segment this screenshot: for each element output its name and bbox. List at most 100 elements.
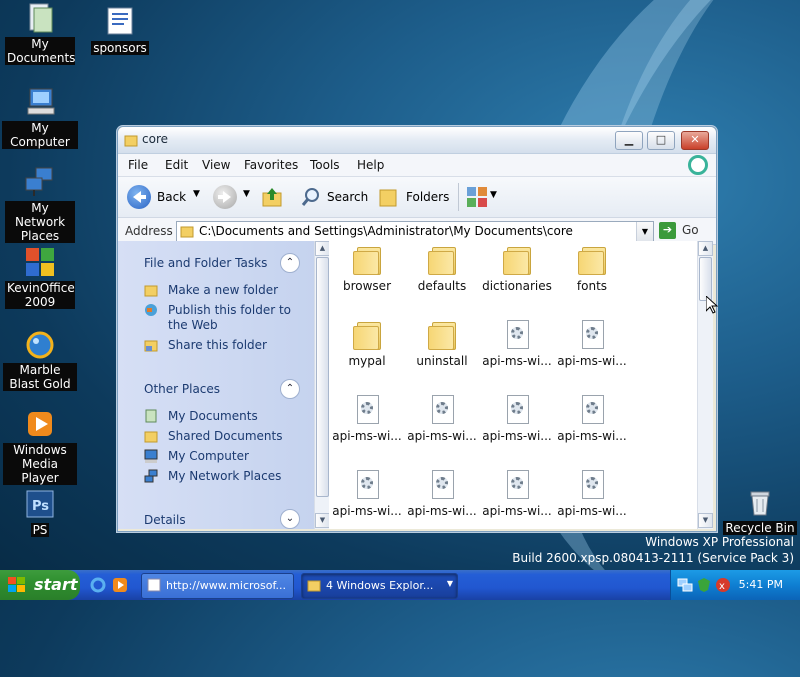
scroll-down-icon[interactable]: ▼ [698,513,713,528]
address-label: Address [125,224,173,238]
back-arrow-icon [127,185,151,209]
file-item[interactable]: mypal [329,318,409,368]
desktop-icon-my-computer[interactable]: My Computer [2,86,78,149]
start-button[interactable]: start [0,570,80,600]
taskbar-button-browser[interactable]: http://www.microsof... [141,573,294,599]
views-button[interactable]: ▼ [466,186,500,210]
file-item[interactable]: api-ms-wi... [475,468,559,518]
file-item[interactable]: api-ms-wi... [400,468,484,518]
menu-file[interactable]: File [128,158,148,172]
desktop-icon-label: PS [30,523,50,537]
task-pane: File and Folder Tasks ⌃ Make a new folde… [118,241,330,529]
file-name: fonts [576,279,608,293]
place-my-network-places[interactable]: My Network Places [168,469,281,484]
file-item[interactable]: dictionaries [475,243,559,293]
scroll-down-icon[interactable]: ▼ [315,513,330,528]
search-button[interactable]: Search [300,183,370,211]
scroll-thumb[interactable] [699,257,712,301]
taskbar-button-explorer-group[interactable]: 4 Windows Explor... ▼ [301,573,458,599]
task-share-folder[interactable]: Share this folder [168,338,267,353]
maximize-button[interactable]: □ [647,131,675,150]
back-button[interactable]: Back ▼ [127,183,201,211]
scroll-thumb[interactable] [316,257,329,497]
collapse-button[interactable]: ⌃ [280,379,300,399]
go-button[interactable]: ➔ Go [659,221,709,240]
menu-help[interactable]: Help [357,158,384,172]
folders-button[interactable]: Folders [377,183,451,211]
media-player-quicklaunch-icon[interactable] [112,577,128,596]
clock[interactable]: 5:41 PM [739,578,783,591]
dll-file-icon [576,468,608,500]
place-my-computer[interactable]: My Computer [168,449,249,464]
address-input[interactable]: C:\Documents and Settings\Administrator\… [176,221,654,242]
desktop-icon-media-player[interactable]: Windows Media Player [2,408,78,485]
close-button[interactable]: ✕ [681,131,709,150]
desktop-icon-ps[interactable]: Ps PS [2,488,78,537]
desktop-icon-label: Windows Media Player [3,443,77,485]
menu-favorites[interactable]: Favorites [244,158,298,172]
internet-explorer-quicklaunch-icon[interactable] [90,577,106,596]
task-make-new-folder[interactable]: Make a new folder [168,283,278,298]
place-shared-documents[interactable]: Shared Documents [168,429,282,444]
expand-button[interactable]: ⌄ [280,509,300,529]
scroll-up-icon[interactable]: ▲ [698,241,713,256]
desktop-icon-network-places[interactable]: My Network Places [2,166,78,243]
dll-file-icon [351,468,383,500]
file-folder-tasks-heading: File and Folder Tasks [144,256,268,270]
windows-version-text: Windows XP Professional [645,535,794,549]
file-item[interactable]: api-ms-wi... [550,393,634,443]
window-title: core [142,132,168,146]
file-item[interactable]: api-ms-wi... [329,468,409,518]
desktop-icon-kevinoffice[interactable]: KevinOffice 2009 [2,246,78,309]
file-item[interactable]: api-ms-wi... [475,393,559,443]
file-name: api-ms-wi... [557,429,627,443]
scroll-up-icon[interactable]: ▲ [315,241,330,256]
dll-file-icon [426,468,458,500]
network-places-icon [24,166,56,198]
menu-view[interactable]: View [202,158,230,172]
my-computer-icon [24,86,56,118]
up-folder-button[interactable] [261,186,283,211]
file-item[interactable]: fonts [550,243,634,293]
minimize-icon: ▁ [624,133,634,146]
file-item[interactable]: uninstall [400,318,484,368]
windows-build-text: Build 2600.xpsp.080413-2111 (Service Pac… [512,551,794,565]
file-item[interactable]: api-ms-wi... [329,393,409,443]
menu-edit[interactable]: Edit [165,158,188,172]
taskbar-button-label: 4 Windows Explor... [326,579,434,592]
minimize-button[interactable]: ▁ [615,131,643,150]
file-item[interactable]: api-ms-wi... [550,318,634,368]
file-item[interactable]: api-ms-wi... [400,393,484,443]
address-dropdown-chevron-icon[interactable]: ▼ [636,222,653,241]
my-documents-icon [24,2,56,34]
browser-window-icon [147,578,161,595]
publish-web-icon [144,303,158,317]
file-item[interactable]: defaults [400,243,484,293]
file-item[interactable]: api-ms-wi... [475,318,559,368]
chevron-down-icon: ▼ [193,189,200,199]
desktop-icon-marble-blast[interactable]: Marble Blast Gold [2,328,78,391]
folder-icon [426,243,458,275]
alert-tray-icon[interactable]: x [715,577,731,596]
file-item[interactable]: browser [329,243,409,293]
place-my-documents[interactable]: My Documents [168,409,258,424]
file-name: api-ms-wi... [332,504,402,518]
explorer-window[interactable]: core ▁ □ ✕ File Edit View Favorites Tool… [117,126,717,532]
file-view-scrollbar[interactable]: ▲ ▼ [697,241,713,529]
office-icon [24,246,56,278]
desktop-icon-recycle-bin[interactable]: Recycle Bin [722,486,798,535]
svg-text:Ps: Ps [32,499,49,514]
close-icon: ✕ [690,133,700,146]
desktop-icon-sponsors[interactable]: sponsors [82,6,158,55]
toolbar-separator [458,183,459,211]
menu-tools[interactable]: Tools [310,158,340,172]
collapse-button[interactable]: ⌃ [280,253,300,273]
forward-button[interactable]: ▼ [213,183,255,211]
file-item[interactable]: api-ms-wi... [550,468,634,518]
desktop-icon-my-documents[interactable]: My Documents [2,2,78,65]
task-pane-scrollbar[interactable]: ▲ ▼ [314,241,330,529]
network-tray-icon[interactable] [677,577,693,596]
window-title-bar[interactable]: core ▁ □ ✕ [118,127,716,154]
task-publish-folder[interactable]: Publish this folder to the Web [168,303,298,333]
security-tray-icon[interactable] [696,577,712,596]
